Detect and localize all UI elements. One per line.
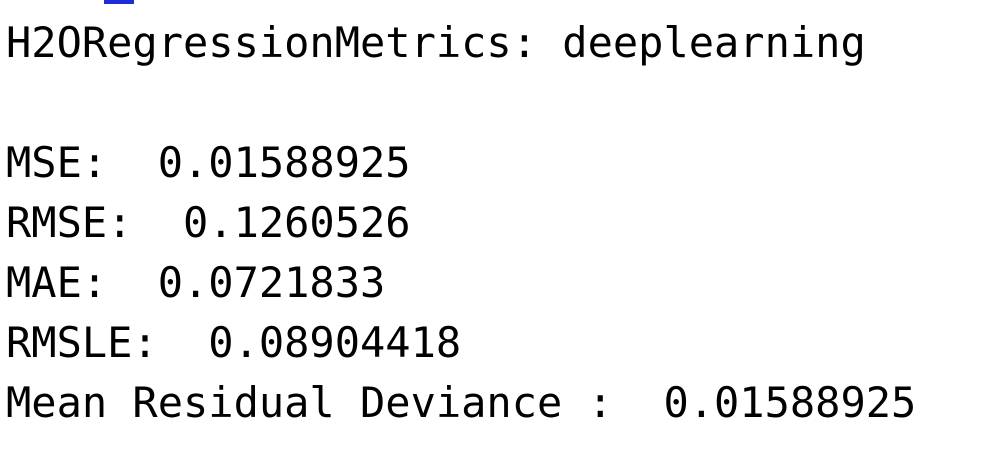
cut-off-prompt-text [104, 0, 134, 4]
metrics-header: H2ORegressionMetrics: deeplearning [6, 18, 866, 67]
mean-residual-deviance-line: Mean Residual Deviance : 0.01588925 [6, 378, 917, 427]
rmsle-line: RMSLE: 0.08904418 [6, 318, 462, 367]
mae-line: MAE: 0.0721833 [6, 258, 386, 307]
console-output: H2ORegressionMetrics: deeplearning MSE: … [0, 0, 983, 471]
rmse-line: RMSE: 0.1260526 [6, 198, 411, 247]
mse-line: MSE: 0.01588925 [6, 138, 411, 187]
